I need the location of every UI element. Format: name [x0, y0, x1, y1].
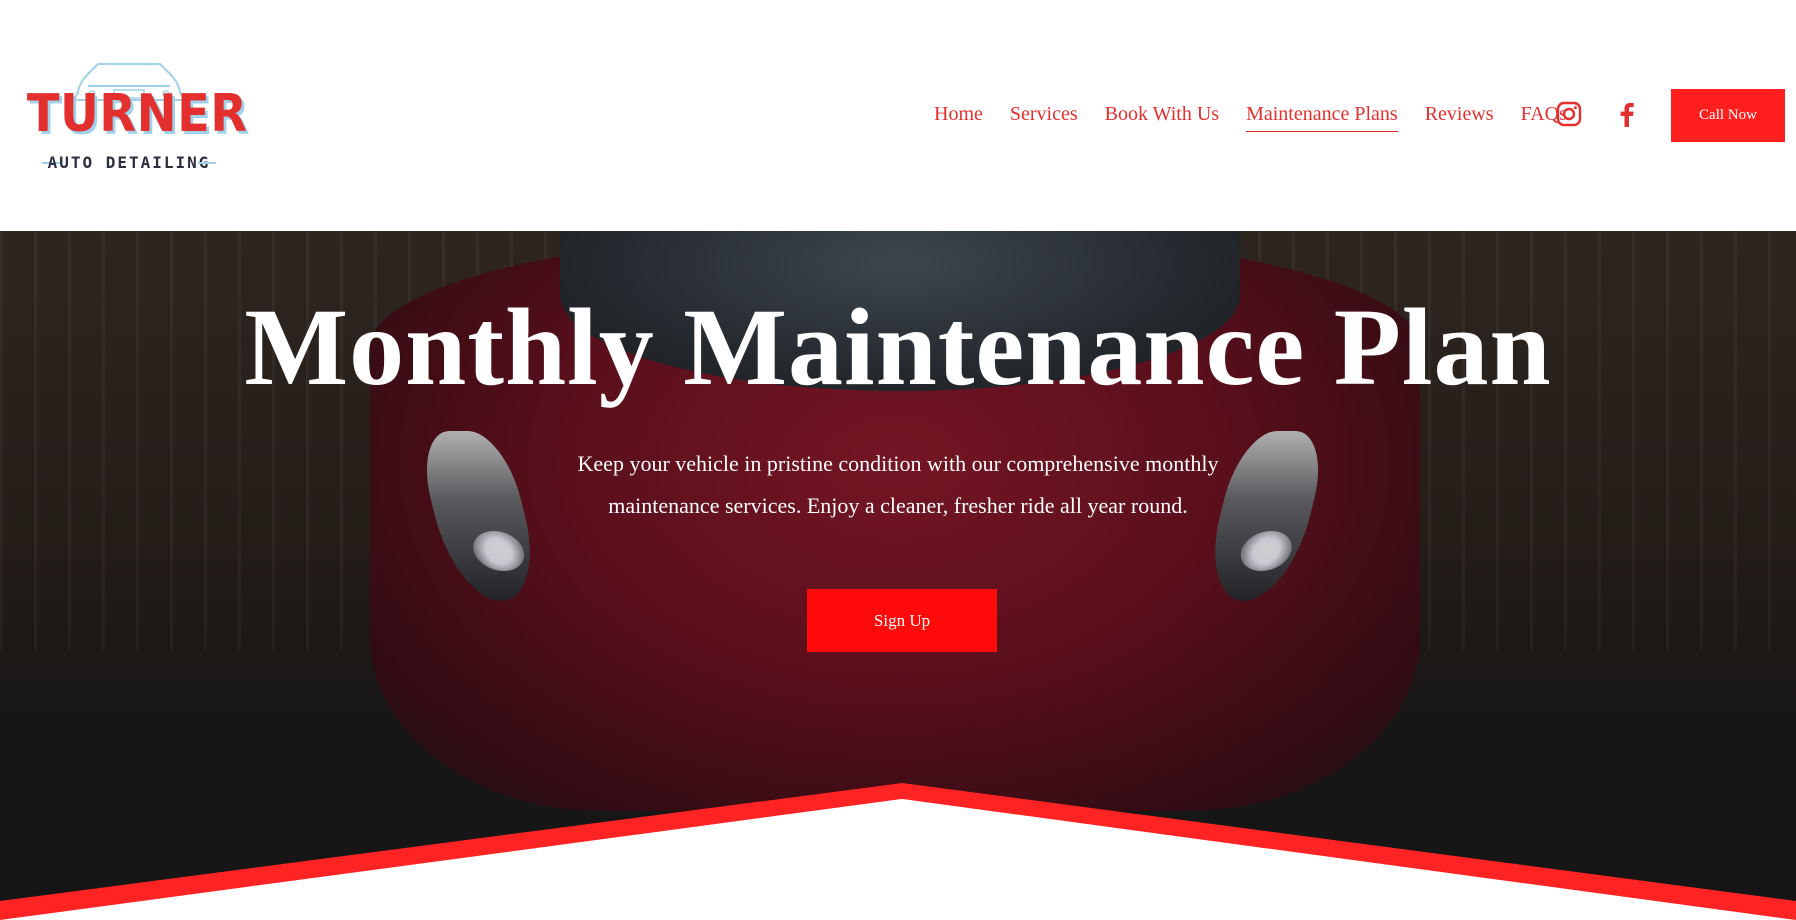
- nav-book-with-us[interactable]: Book With Us: [1105, 100, 1219, 128]
- logo-divider-right: [198, 162, 216, 164]
- nav-reviews[interactable]: Reviews: [1425, 100, 1494, 128]
- hero-title: Monthly Maintenance Plan: [244, 286, 1552, 408]
- brand-name: TURNER: [26, 84, 248, 144]
- site-header: TURNER AUTO DETAILING Home Services Book…: [0, 0, 1796, 231]
- nav-home[interactable]: Home: [934, 100, 983, 128]
- hero-section: Monthly Maintenance Plan Keep your vehic…: [0, 231, 1796, 920]
- nav-services[interactable]: Services: [1010, 100, 1078, 128]
- brand-logo[interactable]: TURNER AUTO DETAILING: [18, 58, 248, 178]
- hero-description: Keep your vehicle in pristine condition …: [577, 451, 1219, 518]
- nav-maintenance-plans[interactable]: Maintenance Plans: [1246, 100, 1398, 132]
- facebook-icon[interactable]: [1614, 101, 1642, 129]
- instagram-icon[interactable]: [1556, 101, 1584, 129]
- section-divider-chevron: [0, 783, 1796, 920]
- call-now-button[interactable]: Call Now: [1671, 89, 1785, 142]
- sign-up-button[interactable]: Sign Up: [807, 589, 997, 652]
- main-nav: Home Services Book With Us Maintenance P…: [934, 100, 1594, 132]
